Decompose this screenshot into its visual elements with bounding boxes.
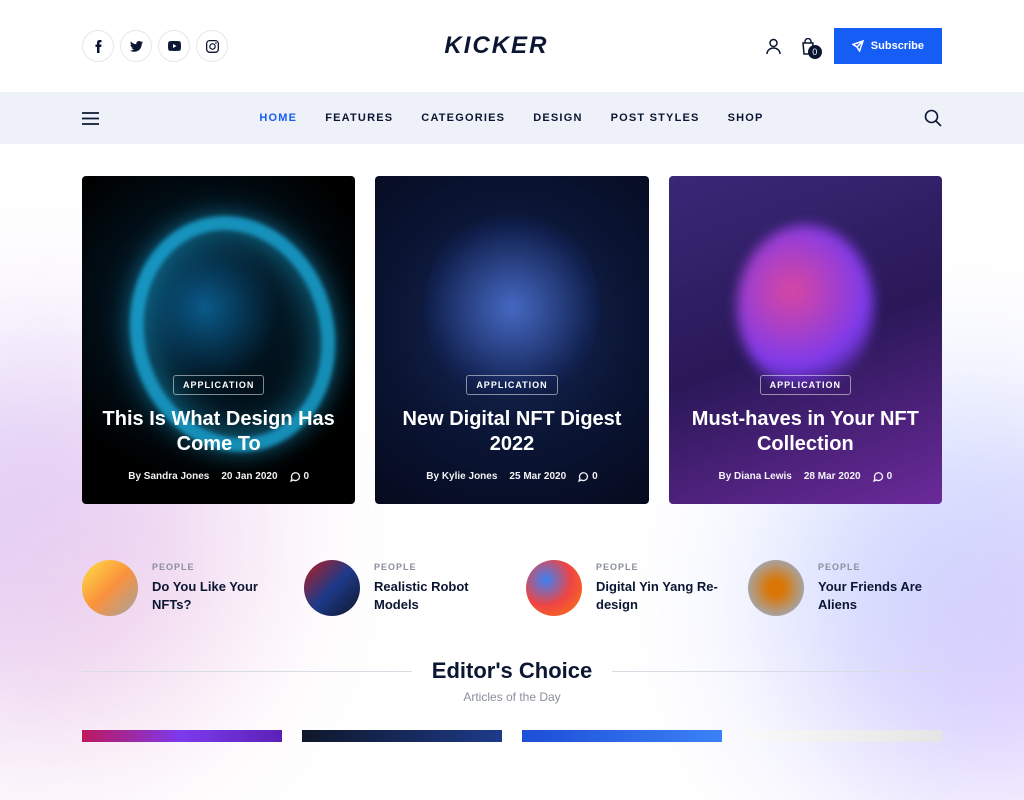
preview-card[interactable] [742, 730, 942, 742]
people-item[interactable]: PEOPLE Digital Yin Yang Re-design [526, 560, 720, 616]
thumbnail [526, 560, 582, 616]
divider [82, 671, 412, 672]
cart-badge: 0 [808, 45, 822, 59]
author[interactable]: By Kylie Jones [426, 471, 497, 482]
subscribe-label: Subscribe [871, 40, 924, 52]
nav-shop[interactable]: SHOP [728, 112, 764, 124]
card-title: This Is What Design Has Come To [100, 407, 337, 457]
nav-home[interactable]: HOME [259, 112, 297, 124]
section-subtitle: Articles of the Day [82, 690, 942, 704]
top-bar: KICKER 0 Subscribe [0, 0, 1024, 92]
comments[interactable]: 0 [578, 471, 598, 482]
nav-features[interactable]: FEATURES [325, 112, 393, 124]
card-title: New Digital NFT Digest 2022 [393, 407, 630, 457]
facebook-icon[interactable] [82, 30, 114, 62]
hero-card[interactable]: APPLICATION This Is What Design Has Come… [82, 176, 355, 504]
preview-card[interactable] [522, 730, 722, 742]
social-links [82, 30, 228, 62]
people-text: PEOPLE Realistic Robot Models [374, 562, 498, 613]
card-title: Must-haves in Your NFT Collection [687, 407, 924, 457]
people-title: Do You Like Your NFTs? [152, 578, 276, 613]
hero-card[interactable]: APPLICATION New Digital NFT Digest 2022 … [375, 176, 648, 504]
youtube-icon[interactable] [158, 30, 190, 62]
thumbnail [304, 560, 360, 616]
preview-card[interactable] [302, 730, 502, 742]
category-tag[interactable]: APPLICATION [760, 375, 851, 395]
people-title: Your Friends Are Aliens [818, 578, 942, 613]
people-title: Digital Yin Yang Re-design [596, 578, 720, 613]
people-item[interactable]: PEOPLE Your Friends Are Aliens [748, 560, 942, 616]
user-icon[interactable] [765, 38, 782, 55]
card-content: APPLICATION Must-haves in Your NFT Colle… [687, 375, 924, 482]
twitter-icon[interactable] [120, 30, 152, 62]
hamburger-icon[interactable] [82, 112, 99, 125]
nav-design[interactable]: DESIGN [533, 112, 582, 124]
thumbnail [82, 560, 138, 616]
people-category[interactable]: PEOPLE [818, 562, 942, 572]
people-row: PEOPLE Do You Like Your NFTs? PEOPLE Rea… [0, 504, 1024, 638]
nav-bar: HOME FEATURES CATEGORIES DESIGN POST STY… [0, 92, 1024, 144]
category-tag[interactable]: APPLICATION [466, 375, 557, 395]
date: 28 Mar 2020 [804, 471, 861, 482]
date: 25 Mar 2020 [509, 471, 566, 482]
thumbnail [748, 560, 804, 616]
cart-icon[interactable]: 0 [800, 38, 816, 55]
card-meta: By Diana Lewis 28 Mar 2020 0 [687, 471, 924, 482]
site-logo[interactable]: KICKER [444, 32, 548, 60]
people-text: PEOPLE Do You Like Your NFTs? [152, 562, 276, 613]
date: 20 Jan 2020 [221, 471, 277, 482]
category-tag[interactable]: APPLICATION [173, 375, 264, 395]
card-meta: By Sandra Jones 20 Jan 2020 0 [100, 471, 337, 482]
editor-section: Editor's Choice Articles of the Day [0, 638, 1024, 704]
comments[interactable]: 0 [873, 471, 893, 482]
editor-cards-preview [0, 704, 1024, 742]
hero-cards: APPLICATION This Is What Design Has Come… [0, 144, 1024, 504]
top-right-actions: 0 Subscribe [765, 28, 942, 64]
card-meta: By Kylie Jones 25 Mar 2020 0 [393, 471, 630, 482]
hero-card[interactable]: APPLICATION Must-haves in Your NFT Colle… [669, 176, 942, 504]
nav-categories[interactable]: CATEGORIES [421, 112, 505, 124]
preview-card[interactable] [82, 730, 282, 742]
people-category[interactable]: PEOPLE [374, 562, 498, 572]
divider [612, 671, 942, 672]
people-category[interactable]: PEOPLE [152, 562, 276, 572]
nav-post-styles[interactable]: POST STYLES [611, 112, 700, 124]
people-item[interactable]: PEOPLE Do You Like Your NFTs? [82, 560, 276, 616]
subscribe-button[interactable]: Subscribe [834, 28, 942, 64]
section-title: Editor's Choice [432, 658, 592, 684]
comments[interactable]: 0 [290, 471, 310, 482]
people-item[interactable]: PEOPLE Realistic Robot Models [304, 560, 498, 616]
people-category[interactable]: PEOPLE [596, 562, 720, 572]
people-text: PEOPLE Your Friends Are Aliens [818, 562, 942, 613]
people-title: Realistic Robot Models [374, 578, 498, 613]
people-text: PEOPLE Digital Yin Yang Re-design [596, 562, 720, 613]
card-content: APPLICATION New Digital NFT Digest 2022 … [393, 375, 630, 482]
nav-links: HOME FEATURES CATEGORIES DESIGN POST STY… [259, 112, 763, 124]
search-icon[interactable] [924, 109, 942, 127]
author[interactable]: By Sandra Jones [128, 471, 209, 482]
instagram-icon[interactable] [196, 30, 228, 62]
author[interactable]: By Diana Lewis [719, 471, 792, 482]
card-content: APPLICATION This Is What Design Has Come… [100, 375, 337, 482]
